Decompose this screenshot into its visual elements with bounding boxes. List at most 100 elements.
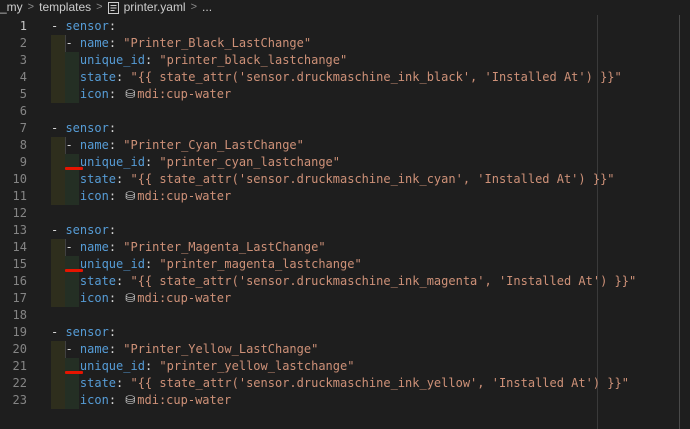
error-squiggle [65,269,83,272]
yaml-dash: - [65,342,80,356]
code-line[interactable]: 21 unique_id: "printer_yellow_lastchange… [0,358,690,375]
code-line[interactable]: 22 state: "{{ state_attr('sensor.druckma… [0,375,690,392]
code-editor[interactable]: 1- sensor: 2 - name: "Printer_Black_LastC… [0,15,690,429]
cup-water-icon: ⛁ [125,189,136,203]
yaml-colon: : [108,138,124,152]
breadcrumb-folder-my[interactable]: _my [0,0,23,15]
code-line[interactable]: 1 - sensor: [0,18,690,35]
line-number: 2 [19,36,27,50]
code-line[interactable]: 13 - sensor: [0,222,690,239]
yaml-key: unique_id [79,53,145,67]
yaml-string-value: "Printer_Magenta_LastChange" [123,240,326,254]
cup-water-icon: ⛁ [125,393,136,407]
file-lines-icon [107,1,119,14]
yaml-key: icon [79,189,109,203]
yaml-colon: : [108,121,117,135]
yaml-key: state [79,70,117,84]
chevron-right-icon: > [27,1,35,13]
line-number: 17 [12,291,27,305]
code-text: - name: "Printer_Magenta_LastChange" [51,239,326,256]
line-number: 10 [12,172,27,186]
line-number: 11 [12,189,27,203]
breadcrumb-file[interactable]: printer.yaml [124,0,186,15]
line-number: 4 [19,70,27,84]
code-line[interactable]: 5 icon: ⛁ mdi:cup-water [0,86,690,103]
yaml-string-value: mdi:cup-water [137,291,232,305]
code-line[interactable]: 18 [0,307,690,324]
yaml-string-value: mdi:cup-water [137,189,232,203]
yaml-string-value: "{{ state_attr('sensor.druckmaschine_ink… [130,70,622,84]
line-number: 13 [12,223,27,237]
code-text: - sensor: [51,324,116,341]
code-line[interactable]: 10 state: "{{ state_attr('sensor.druckma… [0,171,690,188]
breadcrumb: _my > templates > printer.yaml > ... [0,0,690,15]
line-number: 5 [19,87,27,101]
line-number: 18 [12,308,27,322]
yaml-colon: : [108,240,124,254]
yaml-colon: : [108,19,117,33]
code-line[interactable]: 11 icon: ⛁ mdi:cup-water [0,188,690,205]
code-line[interactable]: 17 icon: ⛁ mdi:cup-water [0,290,690,307]
chevron-right-icon: > [96,1,103,13]
code-text: state: "{{ state_attr('sensor.druckmasch… [51,69,622,86]
yaml-colon: : [144,53,160,67]
code-line[interactable]: 3 unique_id: "printer_black_lastchange" [0,52,690,69]
code-line[interactable]: 9 unique_id: "printer_cyan_lastchange" [0,154,690,171]
yaml-dash: - [65,36,80,50]
code-text: state: "{{ state_attr('sensor.druckmasch… [51,375,629,392]
yaml-colon: : [108,223,117,237]
breadcrumb-folder-templates[interactable]: templates [39,0,91,15]
code-line[interactable]: 15 unique_id: "printer_magenta_lastchang… [0,256,690,273]
code-text: - sensor: [51,18,116,35]
yaml-colon: : [108,291,124,305]
yaml-string-value: "printer_cyan_lastchange" [159,155,341,169]
code-line[interactable]: 2 - name: "Printer_Black_LastChange" [0,35,690,52]
line-number: 14 [12,240,27,254]
line-number: 6 [19,104,27,118]
yaml-string-value: mdi:cup-water [137,393,232,407]
yaml-key: unique_id [79,155,145,169]
code-text: - name: "Printer_Yellow_LastChange" [51,341,318,358]
code-text: unique_id: "printer_black_lastchange" [51,52,347,69]
yaml-dash: - [51,19,66,33]
code-text: icon: ⛁ mdi:cup-water [51,188,231,205]
line-number: 15 [12,257,27,271]
line-number: 16 [12,274,27,288]
code-line[interactable]: 4 state: "{{ state_attr('sensor.druckmas… [0,69,690,86]
code-line[interactable]: 8 - name: "Printer_Cyan_LastChange" [0,137,690,154]
yaml-key: state [79,172,117,186]
line-number: 21 [12,359,27,373]
cup-water-icon: ⛁ [125,291,136,305]
yaml-string-value: "{{ state_attr('sensor.druckmaschine_ink… [130,274,637,288]
yaml-string-value: "Printer_Yellow_LastChange" [123,342,319,356]
code-line[interactable]: 7 - sensor: [0,120,690,137]
code-line[interactable]: 20 - name: "Printer_Yellow_LastChange" [0,341,690,358]
code-line[interactable]: 12 [0,205,690,222]
code-line[interactable]: 6 [0,103,690,120]
yaml-string-value: "Printer_Black_LastChange" [123,36,312,50]
yaml-colon: : [108,87,124,101]
yaml-colon: : [144,155,160,169]
yaml-key: unique_id [79,257,145,271]
yaml-string-value: "printer_yellow_lastchange" [159,359,355,373]
yaml-string-value: "printer_magenta_lastchange" [159,257,362,271]
code-line[interactable]: 23 icon: ⛁ mdi:cup-water [0,392,690,409]
code-text: state: "{{ state_attr('sensor.druckmasch… [51,273,636,290]
code-line[interactable]: 16 state: "{{ state_attr('sensor.druckma… [0,273,690,290]
code-text: icon: ⛁ mdi:cup-water [51,392,231,409]
code-line[interactable]: 19 - sensor: [0,324,690,341]
yaml-string-value: "{{ state_attr('sensor.druckmaschine_ink… [130,376,629,390]
chevron-right-icon: > [190,1,198,13]
yaml-string-value: mdi:cup-water [137,87,232,101]
yaml-dash: - [51,325,66,339]
breadcrumb-more[interactable]: ... [202,0,212,15]
code-line[interactable]: 14 - name: "Printer_Magenta_LastChange" [0,239,690,256]
yaml-key: name [79,138,109,152]
